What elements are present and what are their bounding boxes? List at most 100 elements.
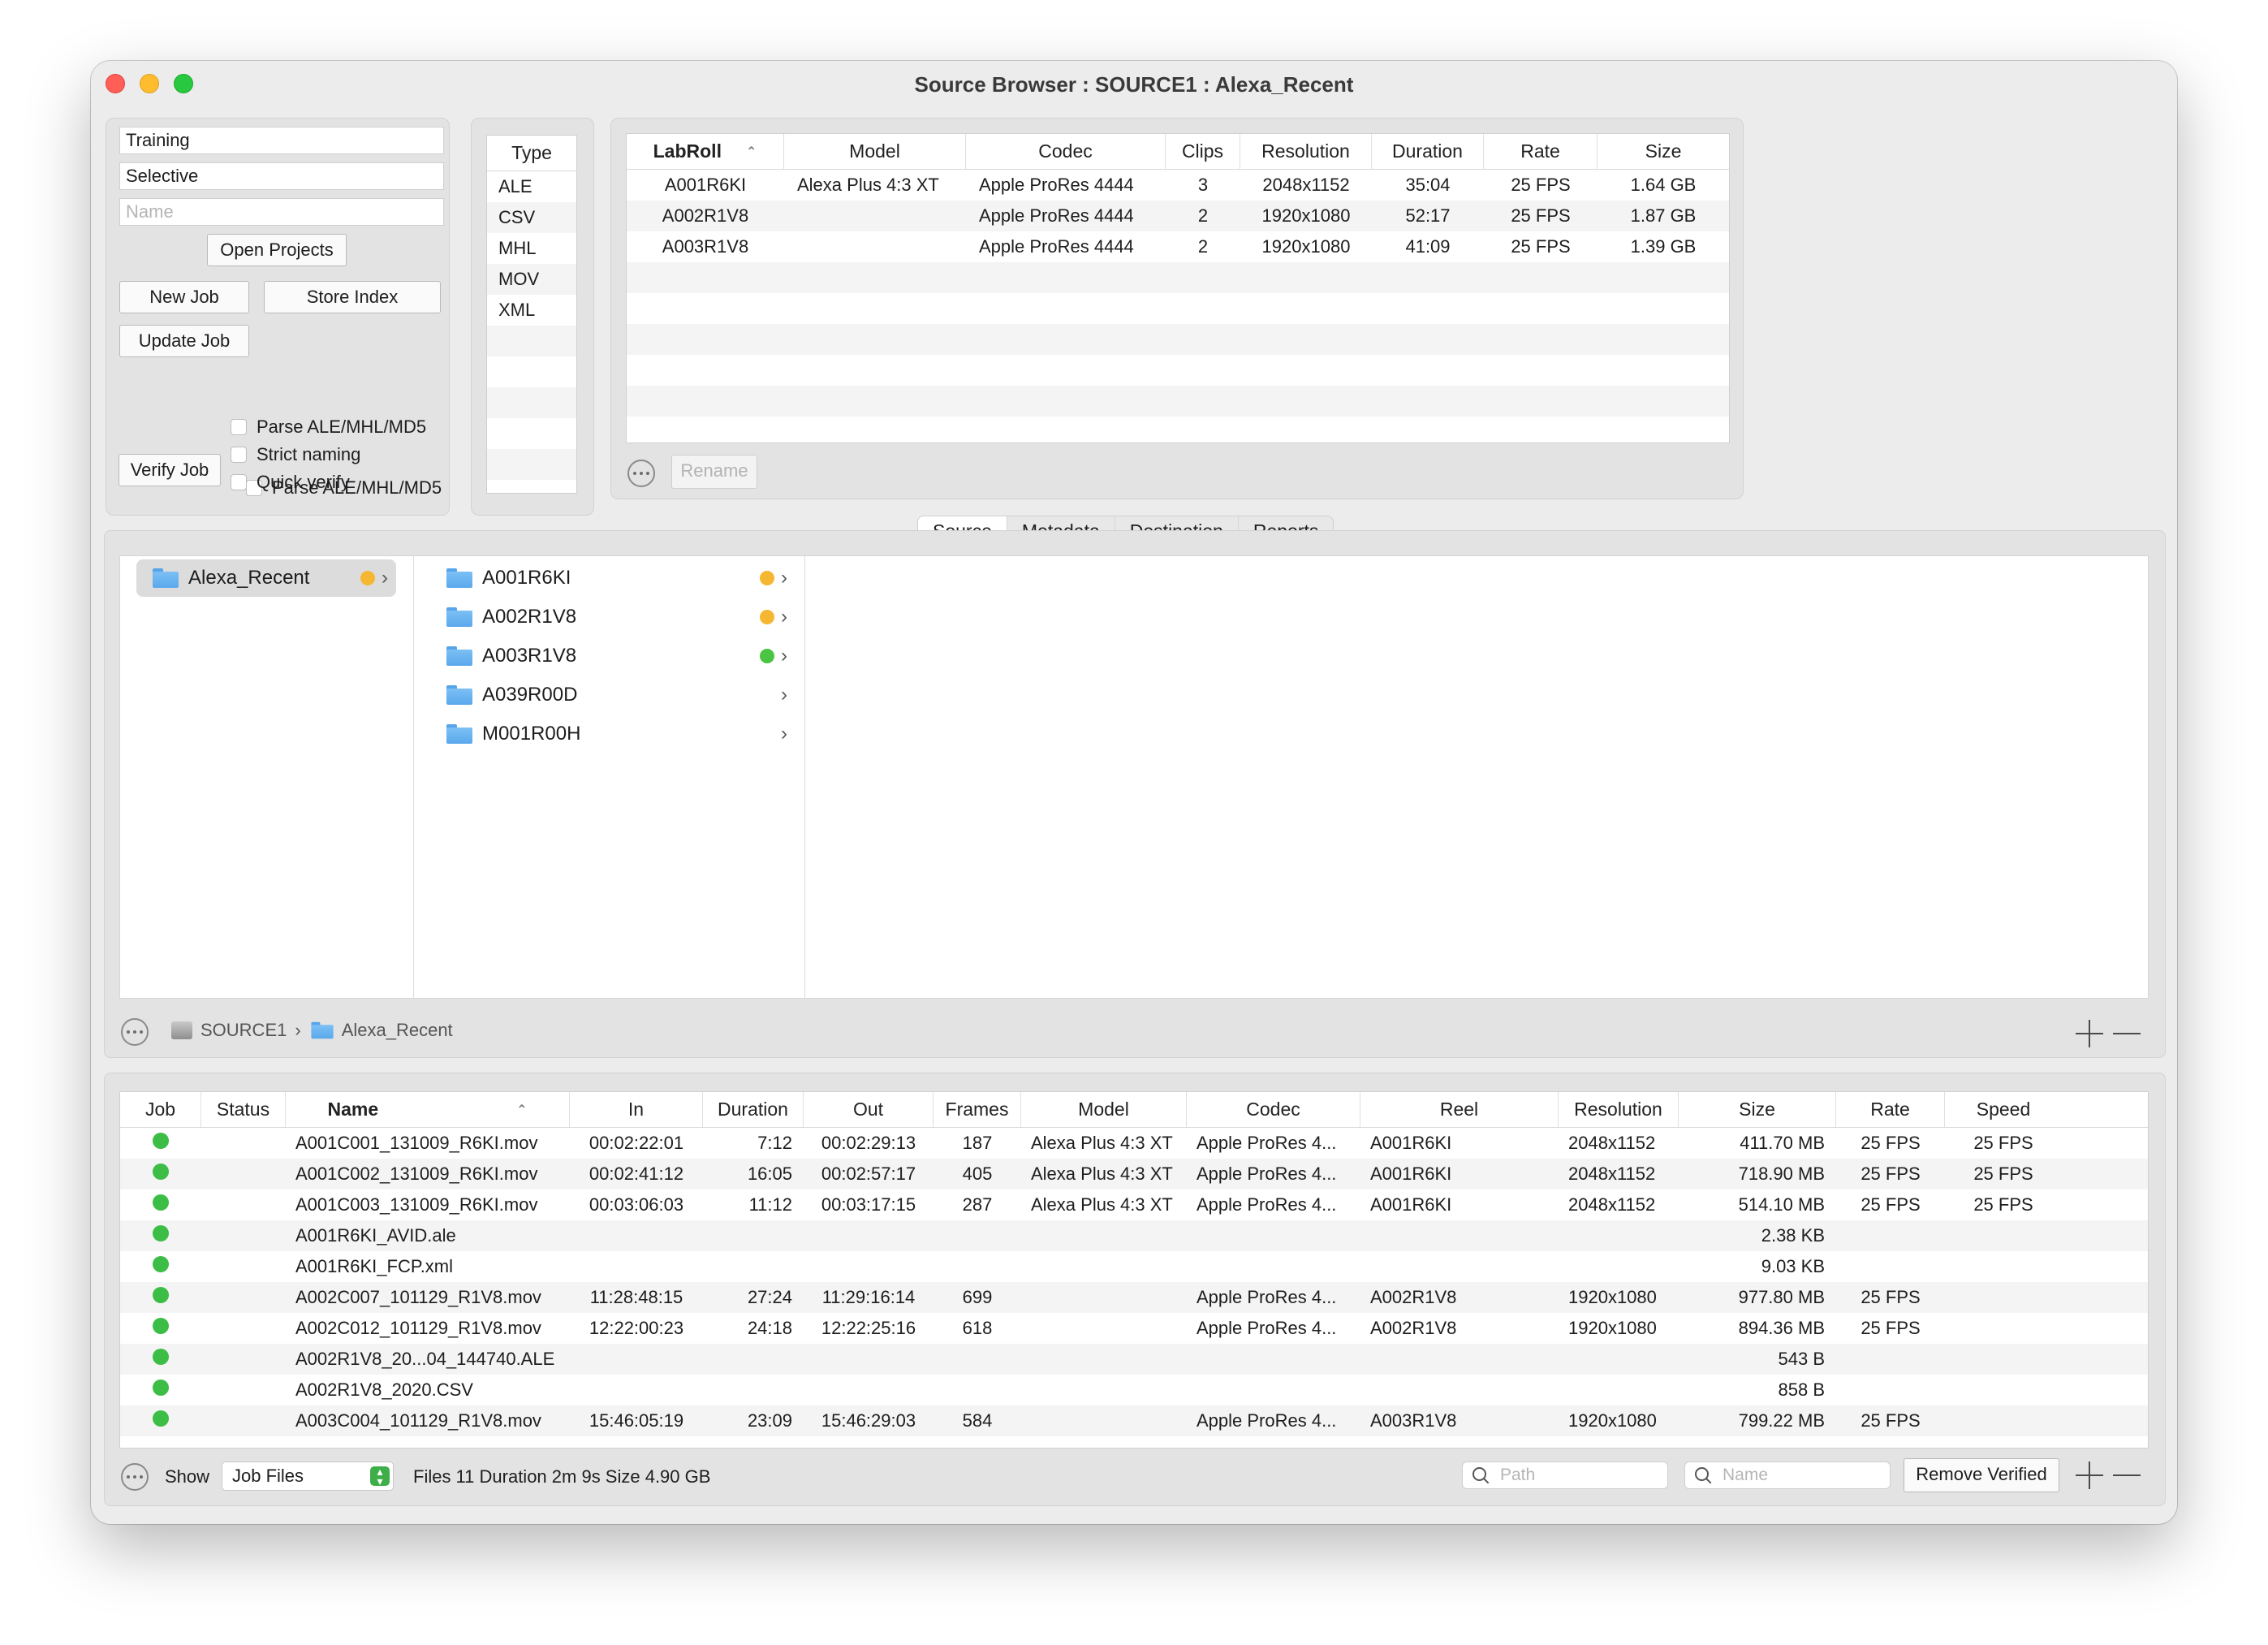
parse-ale-checkbox[interactable] — [231, 419, 247, 435]
file-cell: 977.80 MB — [1738, 1287, 1825, 1307]
option-strict-row[interactable]: Strict naming — [231, 444, 360, 465]
file-row[interactable]: A001C001_131009_R6KI.mov 00:02:22:01 7:12 0… — [120, 1128, 2148, 1159]
new-job-button[interactable]: New Job — [119, 281, 249, 313]
col-rate[interactable]: Rate — [1484, 134, 1598, 169]
file-cell: 00:02:57:17 — [821, 1164, 916, 1184]
more-options-icon[interactable] — [627, 460, 655, 487]
type-header[interactable]: Type — [487, 136, 576, 171]
file-row[interactable]: A001R6KI_AVID.ale 2.38 KB — [120, 1220, 2148, 1251]
job-cell — [120, 1410, 201, 1431]
folder-item[interactable]: A002R1V8 › — [446, 598, 787, 636]
type-item[interactable]: ALE — [487, 171, 576, 202]
file-cell: 2.38 KB — [1761, 1225, 1825, 1246]
breadcrumb-folder[interactable]: Alexa_Recent — [342, 1020, 453, 1041]
name-search-field[interactable]: Name — [1684, 1462, 1891, 1489]
type-item[interactable]: MHL — [487, 233, 576, 264]
file-row[interactable]: A001C003_131009_R6KI.mov 00:03:06:03 11:12… — [120, 1189, 2148, 1220]
project-name-input[interactable]: Name — [119, 198, 444, 226]
file-cell: Apple ProRes 4... — [1197, 1318, 1337, 1338]
labroll-row[interactable]: A003R1V8 Apple ProRes 4444 2 1920x1080 41:09… — [627, 231, 1729, 262]
col-name[interactable]: Name ⌃ — [286, 1092, 570, 1127]
labroll-cell: 2 — [1197, 236, 1209, 257]
col-duration[interactable]: Duration — [1372, 134, 1484, 169]
file-cell: 1920x1080 — [1568, 1410, 1657, 1431]
folder-item[interactable]: M001R00H › — [446, 715, 787, 753]
file-cell: Apple ProRes 4... — [1197, 1164, 1337, 1184]
type-item[interactable]: CSV — [487, 202, 576, 233]
file-cell: 25 FPS — [1973, 1164, 2033, 1184]
file-cell: 405 — [962, 1164, 993, 1184]
type-item[interactable]: MOV — [487, 264, 576, 295]
add-icon[interactable] — [2076, 1020, 2103, 1047]
files-summary: Files 11 Duration 2m 9s Size 4.90 GB — [413, 1466, 711, 1487]
column-label: In — [627, 1099, 645, 1120]
remove-verified-button[interactable]: Remove Verified — [1904, 1458, 2059, 1492]
files-more-options-icon[interactable] — [121, 1463, 149, 1491]
col-labroll[interactable]: LabRoll ⌃ — [627, 134, 784, 169]
folder-item[interactable]: A001R6KI › — [446, 559, 787, 597]
remove-file-icon[interactable] — [2113, 1462, 2141, 1489]
col-out[interactable]: Out — [804, 1092, 934, 1127]
open-projects-button[interactable]: Open Projects — [207, 234, 347, 266]
labroll-row[interactable]: A002R1V8 Apple ProRes 4444 2 1920x1080 52:17… — [627, 201, 1729, 231]
add-file-icon[interactable] — [2076, 1462, 2103, 1489]
col-resolution[interactable]: Resolution — [1240, 134, 1372, 169]
remove-icon[interactable] — [2113, 1020, 2141, 1047]
store-index-button[interactable]: Store Index — [264, 281, 441, 313]
option-quick-row[interactable]: Quick verify — [231, 472, 350, 493]
chevron-right-icon: › — [781, 684, 787, 706]
file-row[interactable]: A003C004_101129_R1V8.mov 15:46:05:19 23:09… — [120, 1405, 2148, 1436]
col-codec[interactable]: Codec — [966, 134, 1166, 169]
col-duration[interactable]: Duration — [703, 1092, 804, 1127]
select-arrows-icon: ▴ ▾ — [370, 1466, 390, 1487]
verify-job-button[interactable]: Verify Job — [119, 454, 221, 486]
file-cell: 543 B — [1778, 1349, 1826, 1369]
col-codec[interactable]: Codec — [1187, 1092, 1360, 1127]
show-select[interactable]: Job Files ▴ ▾ — [222, 1462, 394, 1491]
file-row[interactable]: A002C012_101129_R1V8.mov 12:22:00:23 24:18… — [120, 1313, 2148, 1344]
update-job-button[interactable]: Update Job — [119, 325, 249, 357]
column-label: Job — [144, 1099, 176, 1120]
folder-item[interactable]: A039R00D › — [446, 676, 787, 714]
type-item[interactable]: XML — [487, 295, 576, 326]
project-field-1[interactable]: Training — [119, 127, 444, 154]
col-frames[interactable]: Frames — [934, 1092, 1021, 1127]
file-row[interactable]: A001C002_131009_R6KI.mov 00:02:41:12 16:05… — [120, 1159, 2148, 1189]
browser-column-root: Alexa_Recent › — [120, 556, 414, 998]
file-row[interactable]: A002R1V8_2020.CSV 858 B — [120, 1375, 2148, 1405]
col-size[interactable]: Size — [1679, 1092, 1836, 1127]
quick-verify-checkbox[interactable] — [231, 474, 247, 490]
col-speed[interactable]: Speed — [1945, 1092, 2062, 1127]
col-model[interactable]: Model — [1021, 1092, 1187, 1127]
col-reel[interactable]: Reel — [1360, 1092, 1559, 1127]
col-clips[interactable]: Clips — [1166, 134, 1240, 169]
labroll-cell: 1920x1080 — [1261, 236, 1351, 257]
labroll-row[interactable]: A001R6KI Alexa Plus 4:3 XT Apple ProRes 44… — [627, 170, 1729, 201]
file-row[interactable]: A001R6KI_FCP.xml 9.03 KB — [120, 1251, 2148, 1282]
breadcrumb-source[interactable]: SOURCE1 — [200, 1020, 287, 1041]
col-rate[interactable]: Rate — [1836, 1092, 1945, 1127]
column-label: Resolution — [1574, 1099, 1662, 1120]
col-size[interactable]: Size — [1598, 134, 1729, 169]
chevron-right-icon: › — [781, 723, 787, 745]
col-status[interactable]: Status — [201, 1092, 286, 1127]
search-icon — [1695, 1467, 1711, 1483]
col-model[interactable]: Model — [784, 134, 966, 169]
file-row[interactable]: A002C007_101129_R1V8.mov 11:28:48:15 27:24… — [120, 1282, 2148, 1313]
column-label: Frames — [945, 1099, 1009, 1120]
col-in[interactable]: In — [570, 1092, 703, 1127]
strict-naming-checkbox[interactable] — [231, 447, 247, 463]
browser-root-item[interactable]: Alexa_Recent › — [136, 559, 396, 597]
labroll-cell: 1.87 GB — [1630, 205, 1697, 226]
folder-item[interactable]: A003R1V8 › — [446, 637, 787, 675]
browser-more-options-icon[interactable] — [121, 1018, 149, 1046]
show-select-value: Job Files — [232, 1466, 304, 1486]
col-resolution[interactable]: Resolution — [1559, 1092, 1679, 1127]
window-title: Source Browser : SOURCE1 : Alexa_Recent — [914, 72, 1354, 97]
project-field-2[interactable]: Selective — [119, 162, 444, 190]
option-parse-row[interactable]: Parse ALE/MHL/MD5 — [231, 417, 426, 438]
rename-button[interactable]: Rename — [671, 455, 757, 489]
col-job[interactable]: Job — [120, 1092, 201, 1127]
path-search-field[interactable]: Path — [1462, 1462, 1668, 1489]
file-row[interactable]: A002R1V8_20...04_144740.ALE 543 B — [120, 1344, 2148, 1375]
